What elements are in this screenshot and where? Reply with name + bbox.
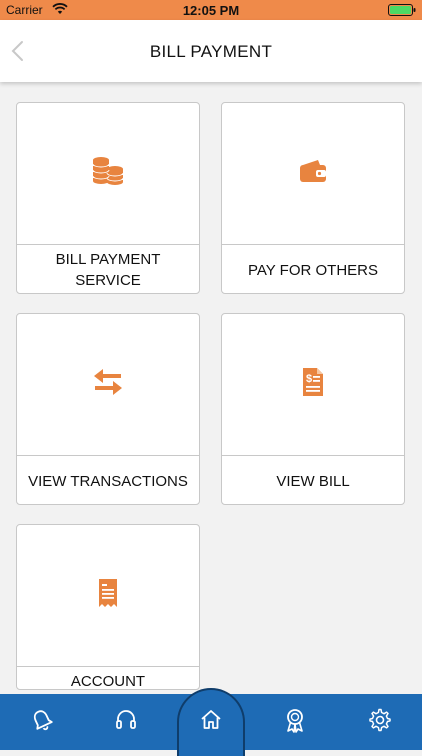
tab-rewards[interactable]	[253, 694, 337, 750]
home-icon	[199, 708, 223, 737]
tile-label: BILL PAYMENT SERVICE	[55, 251, 161, 289]
tile-label: PAY FOR OTHERS	[247, 261, 379, 279]
tile-icon-area	[17, 314, 199, 456]
receipt-icon	[96, 577, 120, 614]
bell-icon	[30, 708, 54, 737]
battery-icon	[388, 4, 416, 16]
transfer-arrows-icon	[93, 368, 123, 401]
status-time: 12:05 PM	[182, 3, 240, 18]
tile-icon-area: $	[222, 314, 404, 456]
bill-document-icon: $	[301, 367, 325, 402]
header-bar: BILL PAYMENT	[0, 20, 422, 82]
coins-icon	[91, 156, 125, 191]
wallet-icon	[299, 159, 327, 188]
tile-icon-area	[17, 103, 199, 245]
tile-icon-area	[222, 103, 404, 245]
tile-pay-for-others[interactable]: PAY FOR OTHERS	[221, 102, 405, 294]
tile-view-bill[interactable]: $ VIEW BILL	[221, 313, 405, 505]
tab-notifications[interactable]	[0, 694, 84, 750]
tile-label: ACCOUNT	[70, 673, 146, 690]
tile-label: VIEW TRANSACTIONS	[28, 472, 188, 490]
tile-icon-area	[17, 525, 199, 667]
award-icon	[283, 707, 307, 738]
page-title: BILL PAYMENT	[149, 42, 273, 61]
home-tab-overlay[interactable]	[177, 694, 245, 750]
tab-support[interactable]	[84, 694, 168, 750]
tile-account[interactable]: ACCOUNT	[16, 524, 200, 690]
gear-icon	[368, 708, 392, 737]
svg-text:$: $	[306, 373, 312, 385]
headset-icon	[114, 708, 138, 737]
status-bar: Carrier 12:05 PM	[0, 0, 422, 20]
tab-settings[interactable]	[338, 694, 422, 750]
tile-view-transactions[interactable]: VIEW TRANSACTIONS	[16, 313, 200, 505]
tile-bill-payment-service[interactable]: BILL PAYMENT SERVICE	[16, 102, 200, 294]
tile-label: VIEW BILL	[276, 472, 350, 490]
